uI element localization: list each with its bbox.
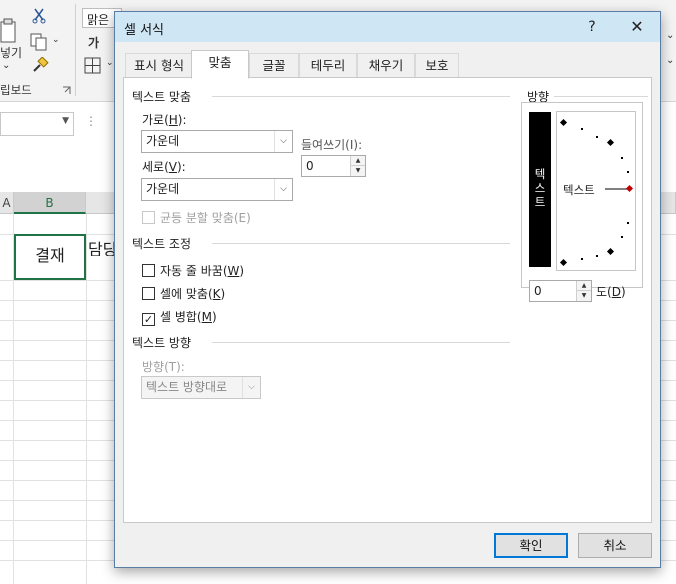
- chevron-down-icon[interactable]: ⌵: [274, 179, 292, 200]
- section-divider: [554, 96, 648, 97]
- copy-dropdown-icon[interactable]: ⌄: [52, 35, 60, 45]
- tab-protection[interactable]: 보호: [415, 53, 459, 78]
- tab-fill[interactable]: 채우기: [357, 53, 415, 78]
- close-button[interactable]: ✕: [620, 16, 654, 38]
- vertical-label: 세로(V):: [142, 160, 186, 174]
- shrink-to-fit-checkbox[interactable]: 셀에 맞춤(K): [142, 285, 225, 302]
- ribbon-separator: [75, 4, 76, 96]
- dialog-titlebar[interactable]: 셀 서식 ? ✕: [115, 12, 660, 42]
- indent-spinner[interactable]: 0 ▲ ▼: [301, 155, 366, 177]
- horizontal-select[interactable]: 가운데 ⌵: [141, 130, 293, 153]
- justify-distributed-checkbox[interactable]: 균등 분할 맞춤(E): [142, 209, 251, 226]
- cancel-button[interactable]: 취소: [578, 533, 652, 558]
- vertical-select[interactable]: 가운데 ⌵: [141, 178, 293, 201]
- name-box[interactable]: ▼: [0, 112, 74, 136]
- section-divider: [212, 96, 510, 97]
- dial-text-label: 텍스트: [563, 183, 595, 197]
- vertical-text-label: 텍스트: [534, 167, 546, 209]
- spin-down-icon: ▼: [351, 166, 365, 176]
- tab-alignment[interactable]: 맞춤: [191, 50, 249, 79]
- dialog-launcher-icon[interactable]: [62, 86, 71, 95]
- tab-number[interactable]: 표시 형식: [125, 53, 193, 78]
- chevron-down-icon[interactable]: ⌵: [274, 131, 292, 152]
- orientation-frame: 텍스트 텍스트: [521, 102, 643, 288]
- ok-button[interactable]: 확인: [494, 533, 568, 558]
- vertical-value: 가운데: [146, 182, 180, 196]
- help-button[interactable]: ?: [577, 16, 607, 38]
- chevron-down-icon[interactable]: ⌄: [666, 55, 674, 66]
- checkbox-box: [142, 287, 155, 300]
- spin-up-icon: ▲: [351, 156, 365, 166]
- direction-label: 방향(T):: [142, 360, 185, 374]
- spin-up-icon: ▲: [577, 281, 591, 291]
- format-painter-icon[interactable]: [31, 57, 49, 75]
- clipboard-group-label: 립보드: [0, 83, 32, 97]
- border-icon[interactable]: [84, 57, 102, 75]
- degrees-label: 도(D): [596, 285, 626, 299]
- bold-button[interactable]: 가: [88, 34, 99, 51]
- checkbox-box: [142, 264, 155, 277]
- paste-label[interactable]: 넣기: [0, 44, 22, 61]
- degrees-spinner[interactable]: 0 ▲ ▼: [529, 280, 592, 302]
- border-dropdown-icon[interactable]: ⌄: [106, 58, 114, 68]
- chevron-down-icon[interactable]: ⌄: [666, 30, 674, 41]
- horizontal-label: 가로(H):: [142, 113, 187, 127]
- paste-icon[interactable]: [0, 18, 18, 44]
- text-direction-value: 텍스트 방향대로: [146, 380, 228, 394]
- merge-cells-checkbox[interactable]: ✓ 셀 병합(M): [142, 308, 217, 326]
- horizontal-value: 가운데: [146, 134, 180, 148]
- chevron-down-icon[interactable]: ▼: [62, 116, 69, 126]
- section-divider: [212, 342, 510, 343]
- column-header-b[interactable]: B: [14, 192, 86, 214]
- tab-border[interactable]: 테두리: [299, 53, 357, 78]
- check-icon: ✓: [142, 313, 155, 326]
- chevron-down-icon[interactable]: ⌵: [242, 377, 260, 398]
- tab-font[interactable]: 글꼴: [249, 53, 299, 78]
- cell-b2[interactable]: 결재: [14, 234, 86, 280]
- wrap-text-checkbox[interactable]: 자동 줄 바꿈(W): [142, 262, 244, 279]
- grid-line: [86, 214, 87, 584]
- more-icon[interactable]: ⋮: [85, 114, 97, 128]
- orientation-dial[interactable]: 텍스트: [556, 111, 636, 271]
- indent-label: 들여쓰기(I):: [301, 138, 363, 152]
- text-direction-heading: 텍스트 방향: [132, 336, 192, 350]
- degrees-value: 0: [534, 284, 542, 298]
- column-header-a[interactable]: A: [0, 192, 14, 214]
- indent-value: 0: [306, 159, 314, 173]
- text-control-heading: 텍스트 조정: [132, 237, 192, 251]
- text-alignment-heading: 텍스트 맞춤: [132, 90, 192, 104]
- copy-icon[interactable]: [30, 33, 48, 51]
- cut-icon[interactable]: [32, 8, 46, 24]
- spinner-buttons[interactable]: ▲ ▼: [350, 156, 365, 176]
- dialog-title: 셀 서식: [124, 23, 165, 38]
- format-cells-dialog: 셀 서식 ? ✕ 표시 형식 맞춤 글꼴 테두리 채우기 보호 텍스트 맞춤 가…: [114, 11, 661, 568]
- chevron-down-icon[interactable]: ⌄: [2, 60, 10, 71]
- vertical-text-button[interactable]: 텍스트: [529, 112, 551, 267]
- alignment-tab-panel: 텍스트 맞춤 가로(H): 가운데 ⌵ 들여쓰기(I): 0 ▲ ▼ 세로(V):…: [123, 77, 652, 523]
- section-divider: [212, 243, 510, 244]
- checkbox-box: [142, 211, 155, 224]
- spinner-buttons[interactable]: ▲ ▼: [576, 281, 591, 301]
- text-direction-select[interactable]: 텍스트 방향대로 ⌵: [141, 376, 261, 399]
- spin-down-icon: ▼: [577, 291, 591, 301]
